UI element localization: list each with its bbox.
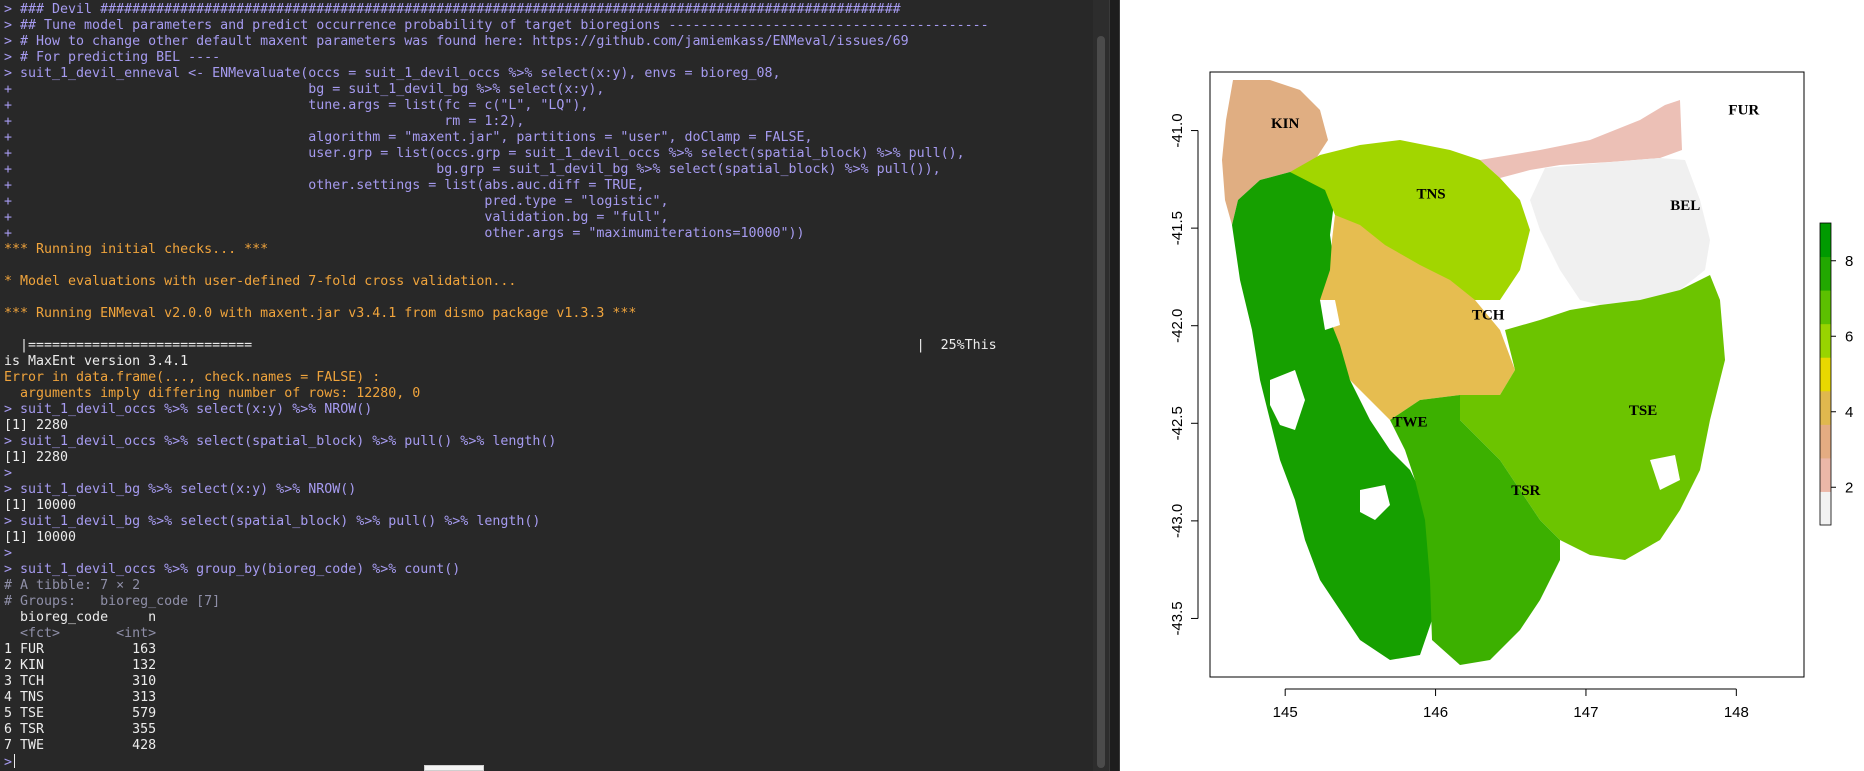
- console-line: > ## Tune model parameters and predict o…: [4, 18, 989, 33]
- console-line: > # How to change other default maxent p…: [4, 34, 909, 49]
- console-line: 1 FUR 163: [4, 642, 157, 657]
- y-tick-label: -42.5: [1169, 406, 1186, 440]
- console-line: + user.grp = list(occs.grp = suit_1_devi…: [4, 146, 965, 161]
- region-bel-shape: [1530, 158, 1710, 305]
- console-line: *** Running initial checks... ***: [4, 242, 269, 257]
- region-label-tns: TNS: [1416, 186, 1445, 202]
- legend-color-segment: [1820, 256, 1831, 291]
- console-line: arguments imply differing number of rows…: [4, 386, 421, 401]
- console-line: 2 KIN 132: [4, 658, 157, 673]
- legend-color-segment: [1820, 390, 1831, 425]
- console-line: [1] 10000: [4, 530, 77, 545]
- console-line: + other.settings = list(abs.auc.diff = T…: [4, 178, 645, 193]
- console-line: + algorithm = "maxent.jar", partitions =…: [4, 130, 813, 145]
- y-tick-label: -43.0: [1169, 504, 1186, 538]
- console-line: >: [4, 546, 13, 561]
- x-tick-label: 145: [1273, 704, 1298, 721]
- map-regions: [1222, 80, 1725, 665]
- legend-tick-label: 4: [1845, 404, 1853, 421]
- console-line: > suit_1_devil_occs %>% group_by(bioreg_…: [4, 562, 461, 577]
- legend-color-segment: [1820, 457, 1831, 492]
- region-label-tch: TCH: [1472, 307, 1505, 323]
- console-line: * Model evaluations with user-defined 7-…: [4, 274, 517, 289]
- legend-color-segment: [1820, 290, 1831, 325]
- console-line: bioreg_code n: [4, 610, 157, 625]
- region-label-bel: BEL: [1670, 198, 1700, 214]
- console-line: > suit_1_devil_enneval <- ENMevaluate(oc…: [4, 66, 781, 81]
- console-line: >: [4, 466, 13, 481]
- legend-color-segment: [1820, 357, 1831, 392]
- console-line: > # For predicting BEL ----: [4, 50, 221, 65]
- legend-color-segment: [1820, 223, 1831, 258]
- r-console[interactable]: > ### Devil ############################…: [0, 0, 1093, 771]
- console-line: <fct> <int>: [4, 626, 157, 641]
- x-tick-label: 147: [1573, 704, 1598, 721]
- text-cursor: [14, 754, 16, 768]
- console-line: > ### Devil ############################…: [4, 2, 901, 17]
- y-tick-label: -41.0: [1169, 113, 1186, 147]
- console-line: + validation.bg = "full",: [4, 210, 669, 225]
- region-label-kin: KIN: [1271, 116, 1300, 132]
- region-label-tsr: TSR: [1511, 483, 1540, 499]
- console-line: + pred.type = "logistic",: [4, 194, 669, 209]
- console-line: 6 TSR 355: [4, 722, 157, 737]
- console-line: [1] 2280: [4, 418, 69, 433]
- y-tick-label: -43.5: [1169, 601, 1186, 635]
- console-line: # A tibble: 7 × 2: [4, 578, 141, 593]
- console-scrollbar-thumb[interactable]: [1097, 36, 1105, 768]
- console-line: > suit_1_devil_occs %>% select(spatial_b…: [4, 434, 557, 449]
- console-line: # Groups: bioreg_code [7]: [4, 594, 221, 609]
- console-output: > ### Devil ############################…: [4, 2, 997, 770]
- x-tick-label: 146: [1423, 704, 1448, 721]
- console-line: [1] 10000: [4, 498, 77, 513]
- console-line: > suit_1_devil_bg %>% select(x:y) %>% NR…: [4, 482, 357, 497]
- console-line: > suit_1_devil_bg %>% select(spatial_blo…: [4, 514, 541, 529]
- console-line: 7 TWE 428: [4, 738, 157, 753]
- prompt-symbol: >: [4, 755, 13, 770]
- x-tick-label: 148: [1724, 704, 1749, 721]
- plots-pane: FUR KIN TCH TNS TSE TSR TWE BEL 145 146 147 148 -4…: [1120, 0, 1864, 771]
- legend-tick-label: 2: [1845, 479, 1853, 496]
- legend-tick-label: 6: [1845, 328, 1853, 345]
- console-line: + bg.grp = suit_1_devil_bg %>% select(sp…: [4, 162, 941, 177]
- console-prompt[interactable]: >: [4, 754, 997, 770]
- console-line: + bg = suit_1_devil_bg %>% select(x:y),: [4, 82, 605, 97]
- region-label-tse: TSE: [1629, 403, 1657, 419]
- x-axis: 145 146 147 148: [1273, 688, 1749, 721]
- y-tick-label: -42.0: [1169, 309, 1186, 343]
- console-line: |============================ | 25%This: [4, 338, 997, 353]
- color-legend: 8 6 4 2: [1819, 222, 1853, 526]
- tooltip-fragment: [424, 765, 484, 771]
- y-tick-label: -41.5: [1169, 211, 1186, 245]
- console-line: is MaxEnt version 3.4.1: [4, 354, 189, 369]
- y-axis: -41.0 -41.5 -42.0 -42.5 -43.0 -43.5: [1169, 113, 1199, 636]
- legend-color-segment: [1820, 491, 1831, 526]
- pane-splitter[interactable]: [1109, 0, 1120, 771]
- legend-color-segment: [1820, 323, 1831, 358]
- console-line: > suit_1_devil_occs %>% select(x:y) %>% …: [4, 402, 373, 417]
- console-line: *** Running ENMeval v2.0.0 with maxent.j…: [4, 306, 637, 321]
- console-line: [1] 2280: [4, 450, 69, 465]
- console-line: + rm = 1:2),: [4, 114, 525, 129]
- console-line: Error in data.frame(..., check.names = F…: [4, 370, 381, 385]
- console-line: + tune.args = list(fc = c("L", "LQ"),: [4, 98, 589, 113]
- region-label-fur: FUR: [1728, 102, 1759, 118]
- raster-map-plot: FUR KIN TCH TNS TSE TSR TWE BEL 145 146 147 148 -4…: [1169, 71, 1853, 721]
- legend-tick-label: 8: [1845, 253, 1853, 270]
- console-line: + other.args = "maximumiterations=10000"…: [4, 226, 805, 241]
- console-line: 3 TCH 310: [4, 674, 157, 689]
- console-line: 5 TSE 579: [4, 706, 157, 721]
- region-label-twe: TWE: [1392, 415, 1427, 431]
- console-line: 4 TNS 313: [4, 690, 157, 705]
- legend-color-segment: [1820, 424, 1831, 459]
